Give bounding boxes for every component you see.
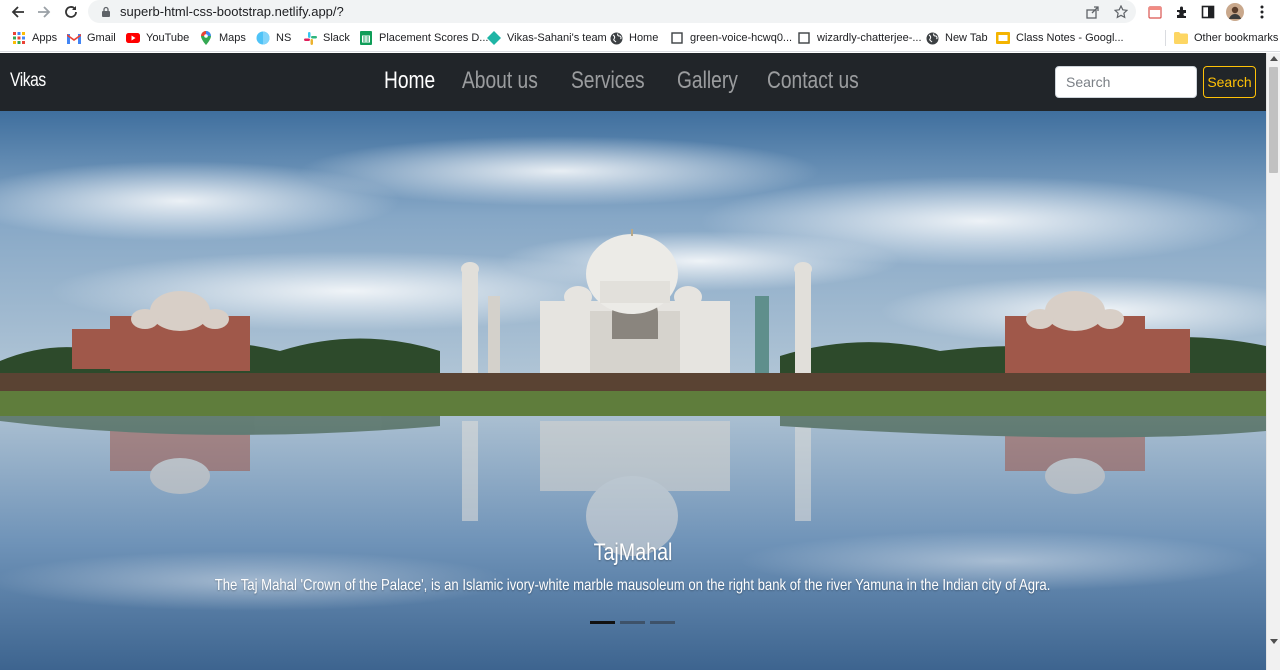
nav-link-about-us[interactable]: About us	[462, 67, 538, 95]
bookmark-slack[interactable]: Slack	[303, 29, 350, 47]
sheets-icon	[359, 31, 373, 45]
globe-icon	[609, 31, 623, 45]
nav-link-home[interactable]: Home	[384, 67, 435, 95]
bookmark-class-notes[interactable]: Class Notes - Googl...	[996, 29, 1124, 47]
slides-icon	[996, 31, 1010, 45]
carousel-caption-title: TajMahal	[593, 539, 673, 566]
site-navbar: Vikas Home About us Services Gallery Con…	[0, 53, 1266, 111]
hero-carousel: TajMahal The Taj Mahal 'Crown of the Pal…	[0, 111, 1266, 670]
bookmark-maps[interactable]: Maps	[199, 29, 246, 47]
diamond-icon	[487, 31, 501, 45]
bookmark-ns[interactable]: NS	[256, 29, 291, 47]
bookmark-other[interactable]: Other bookmarks	[1174, 29, 1278, 47]
folder-icon	[1174, 31, 1188, 45]
apps-grid-icon	[12, 31, 26, 45]
bookmark-home[interactable]: Home	[609, 29, 658, 47]
lock-icon	[102, 6, 110, 17]
nav-menu: Home About us Services Gallery Contact u…	[384, 67, 896, 95]
carousel-indicator-2[interactable]	[620, 621, 645, 624]
site-brand[interactable]: Vikas	[10, 70, 46, 92]
youtube-icon	[126, 31, 140, 45]
carousel-indicator-1[interactable]	[590, 621, 615, 624]
side-panel-icon[interactable]	[1198, 2, 1218, 22]
slack-icon	[303, 31, 317, 45]
carousel-indicator-3[interactable]	[650, 621, 675, 624]
page-scrollbar[interactable]	[1266, 53, 1280, 670]
bookmark-youtube[interactable]: YouTube	[126, 29, 189, 47]
bookmark-apps[interactable]: Apps	[12, 29, 57, 47]
bookmark-gmail[interactable]: Gmail	[67, 29, 116, 47]
browser-toolbar: superb-html-css-bootstrap.netlify.app/?	[0, 0, 1280, 24]
address-bar[interactable]: superb-html-css-bootstrap.netlify.app/?	[88, 0, 1136, 23]
page-icon	[670, 31, 684, 45]
page-icon	[797, 31, 811, 45]
search-button[interactable]: Search	[1203, 66, 1256, 98]
bookmark-placement-scores[interactable]: Placement Scores D...	[359, 29, 488, 47]
extensions-puzzle-icon[interactable]	[1172, 2, 1192, 22]
scroll-up-arrow-icon[interactable]	[1270, 56, 1278, 61]
carousel-indicators	[590, 621, 680, 624]
web-page: Vikas Home About us Services Gallery Con…	[0, 53, 1280, 670]
reload-icon[interactable]	[61, 2, 81, 22]
scroll-down-arrow-icon[interactable]	[1270, 639, 1278, 644]
bookmark-green-voice[interactable]: green-voice-hcwq0...	[670, 29, 792, 47]
url-text: superb-html-css-bootstrap.netlify.app/?	[120, 4, 344, 19]
nav-link-contact-us[interactable]: Contact us	[767, 67, 859, 95]
bookmark-new-tab[interactable]: New Tab	[925, 29, 988, 47]
bookmark-team[interactable]: Vikas-Sahani's team	[487, 29, 607, 47]
bookmark-star-icon[interactable]	[1112, 3, 1130, 21]
menu-kebab-icon[interactable]	[1252, 2, 1272, 22]
search-input[interactable]	[1055, 66, 1197, 98]
bookmark-wizardly-chatterjee[interactable]: wizardly-chatterjee-...	[797, 29, 922, 47]
gmail-icon	[67, 31, 81, 45]
nav-link-gallery[interactable]: Gallery	[677, 67, 738, 95]
calendar-extension-icon[interactable]	[1145, 2, 1165, 22]
share-icon[interactable]	[1084, 3, 1102, 21]
profile-avatar-icon[interactable]	[1225, 2, 1245, 22]
carousel-caption-text: The Taj Mahal 'Crown of the Palace', is …	[215, 577, 1051, 594]
ns-icon	[256, 31, 270, 45]
globe-icon	[925, 31, 939, 45]
scroll-thumb[interactable]	[1269, 67, 1278, 173]
forward-arrow-icon[interactable]	[34, 2, 54, 22]
nav-link-services[interactable]: Services	[571, 67, 645, 95]
maps-icon	[199, 31, 213, 45]
bookmark-separator	[1165, 30, 1166, 46]
back-arrow-icon[interactable]	[8, 2, 28, 22]
bookmarks-bar: Apps Gmail YouTube Maps NS Slack Placeme…	[0, 24, 1280, 52]
